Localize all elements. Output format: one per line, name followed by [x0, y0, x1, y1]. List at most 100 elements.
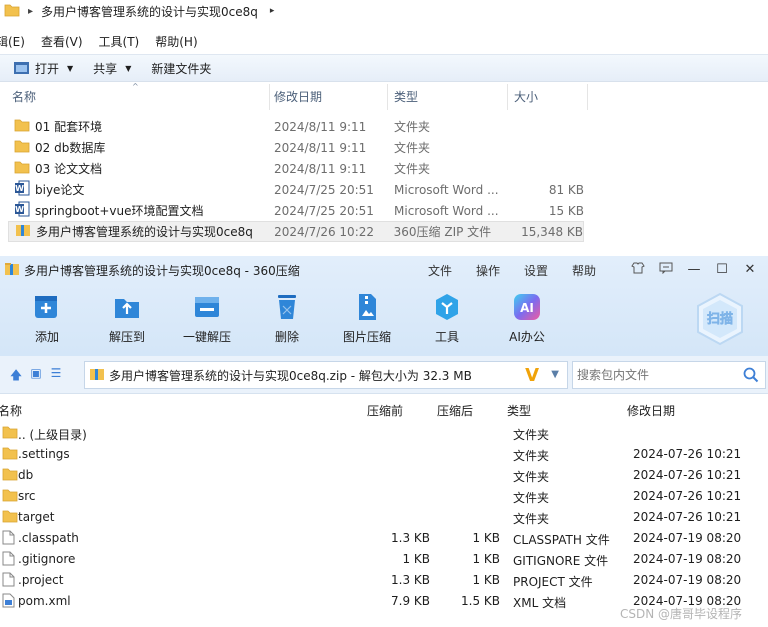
file-name-cell: 03 论文文档: [8, 160, 274, 177]
entry-type: 文件夹: [513, 512, 550, 526]
scan-label: 扫描: [707, 311, 733, 327]
close-icon[interactable]: ✕: [736, 262, 764, 278]
ai-office-label: AI办公: [509, 330, 545, 344]
breadcrumb-current[interactable]: 多用户博客管理系统的设计与实现0ce8q: [41, 3, 258, 20]
folder-icon: [14, 160, 30, 177]
word-doc-icon: W: [14, 180, 30, 199]
vip-icon[interactable]: V: [525, 365, 539, 386]
file-row[interactable]: 03 论文文档 2024/8/11 9:11 文件夹: [8, 158, 584, 179]
file-name-cell: 多用户博客管理系统的设计与实现0ce8q: [9, 223, 274, 240]
delete-icon: [272, 292, 302, 322]
archive-search-input[interactable]: [573, 362, 733, 388]
entry-date: 2024-07-26 10:21: [633, 468, 742, 482]
watermark: CSDN @唐哥毕设程序: [620, 607, 743, 621]
zip-menu-help[interactable]: 帮助: [572, 262, 596, 279]
tools-button[interactable]: 工具: [412, 292, 482, 345]
tools-label: 工具: [434, 330, 459, 344]
file-row[interactable]: Wbiye论文 2024/7/25 20:51 Microsoft Word ...…: [8, 179, 584, 200]
column-size-label: 大小: [514, 90, 539, 104]
delete-button[interactable]: 删除: [252, 292, 322, 345]
file-type: Microsoft Word ...: [394, 182, 499, 197]
open-button[interactable]: 打开 ▼: [4, 56, 83, 80]
share-button[interactable]: 共享 ▼: [83, 56, 141, 80]
file-row[interactable]: 01 配套环境 2024/8/11 9:11 文件夹: [8, 116, 584, 137]
zip-menu-operate[interactable]: 操作: [476, 262, 500, 279]
zip-col-type[interactable]: 类型: [507, 402, 531, 419]
image-compress-label: 图片压缩: [342, 330, 391, 344]
file-row[interactable]: Wspringboot+vue环境配置文档 2024/7/25 20:51 Micr…: [8, 200, 584, 221]
archive-path-field[interactable]: 多用户博客管理系统的设计与实现0ce8q.zip - 解包大小为 32.3 MB…: [84, 361, 568, 389]
up-level-icon[interactable]: 🡅: [6, 366, 26, 387]
entry-original-size: 7.9 KB: [391, 594, 430, 608]
search-icon[interactable]: [743, 367, 759, 386]
one-click-extract-button[interactable]: 一键解压: [172, 292, 242, 345]
explorer-column-header: ^ 名称 修改日期 类型 大小: [0, 82, 588, 110]
zip-col-date[interactable]: 修改日期: [627, 402, 675, 419]
folder-icon: [4, 3, 20, 20]
zip-archive-icon: [89, 367, 105, 384]
word-doc-icon: W: [14, 201, 30, 220]
file-row[interactable]: 多用户博客管理系统的设计与实现0ce8q 2024/7/26 10:22 360压缩…: [8, 221, 584, 242]
archive-entry-row[interactable]: .settings 文件夹 2024-07-26 10:21: [0, 443, 768, 464]
breadcrumb-chevron-icon[interactable]: ▸: [270, 6, 275, 16]
file-name: 01 配套环境: [35, 120, 103, 134]
archive-entry-row[interactable]: src 文件夹 2024-07-26 10:21: [0, 485, 768, 506]
archive-entry-row[interactable]: db 文件夹 2024-07-26 10:21: [0, 464, 768, 485]
menu-tools[interactable]: 工具(T): [99, 33, 140, 50]
zip-col-original[interactable]: 压缩前: [367, 402, 403, 419]
entry-compressed-size: 1 KB: [472, 531, 500, 545]
maximize-icon[interactable]: ☐: [708, 262, 736, 278]
zip-menu-settings[interactable]: 设置: [524, 262, 548, 279]
view-list-icon[interactable]: ☰: [46, 366, 66, 387]
file-row[interactable]: 02 db数据库 2024/8/11 9:11 文件夹: [8, 137, 584, 158]
file-name: biye论文: [35, 183, 85, 197]
file-date: 2024/7/26 10:22: [274, 224, 375, 239]
new-folder-button[interactable]: 新建文件夹: [141, 56, 221, 80]
archive-entry-row[interactable]: .gitignore 1 KB 1 KB GITIGNORE 文件 2024-07-19…: [0, 548, 768, 569]
feedback-icon[interactable]: [652, 262, 680, 278]
entry-name: .. (上级目录): [18, 428, 87, 442]
archive-entry-row[interactable]: .classpath 1.3 KB 1 KB CLASSPATH 文件 2024-07-…: [0, 527, 768, 548]
zip-col-compressed[interactable]: 压缩后: [437, 402, 473, 419]
column-type[interactable]: 类型: [388, 84, 508, 110]
archive-entry-row[interactable]: target 文件夹 2024-07-26 10:21: [0, 506, 768, 527]
column-date[interactable]: 修改日期: [270, 84, 388, 110]
column-size[interactable]: 大小: [508, 84, 588, 110]
file-icon: [2, 530, 15, 548]
menu-view[interactable]: 查看(V): [41, 33, 83, 50]
skin-icon[interactable]: [624, 262, 652, 278]
minimize-icon[interactable]: —: [680, 262, 708, 278]
entry-date: 2024-07-19 08:20: [633, 573, 742, 587]
add-button[interactable]: 添加: [12, 292, 82, 345]
zip-address-bar: 🡅 ▣ ☰ 多用户博客管理系统的设计与实现0ce8q.zip - 解包大小为 3…: [0, 356, 768, 394]
column-type-label: 类型: [394, 90, 419, 104]
archive-entry-row[interactable]: .. (上级目录) 文件夹: [0, 422, 768, 443]
column-name[interactable]: ^ 名称: [0, 82, 270, 110]
archive-entry-row[interactable]: .project 1.3 KB 1 KB PROJECT 文件 2024-07-19 0…: [0, 569, 768, 590]
entry-compressed-size: 1 KB: [472, 573, 500, 587]
zip-col-name[interactable]: 名称: [0, 402, 22, 419]
chevron-down-icon[interactable]: ▼: [551, 369, 559, 380]
entry-type: 文件夹: [513, 470, 550, 484]
folder-icon: [2, 446, 18, 463]
archive-search: [572, 361, 766, 389]
breadcrumb-separator-icon: ▸: [28, 5, 34, 17]
entry-type: 文件夹: [513, 491, 550, 505]
view-thumb-icon[interactable]: ▣: [26, 366, 46, 387]
zip-menu-file[interactable]: 文件: [428, 262, 452, 279]
explorer-title-bar: ▸ 多用户博客管理系统的设计与实现0ce8q ▸: [0, 0, 768, 22]
file-type: 文件夹: [394, 120, 431, 134]
file-date: 2024/7/25 20:51: [274, 203, 374, 218]
file-size: 15,348 KB: [521, 224, 583, 239]
menu-help[interactable]: 帮助(H): [155, 33, 197, 50]
menu-edit[interactable]: 辑(E): [0, 33, 25, 50]
ai-office-button[interactable]: AI AI办公: [492, 292, 562, 345]
extract-to-icon: [112, 292, 142, 322]
image-compress-button[interactable]: 图片压缩: [332, 292, 402, 345]
entry-name: .settings: [18, 447, 70, 461]
folder-icon: [14, 139, 30, 156]
extract-to-button[interactable]: 解压到: [92, 292, 162, 345]
scan-button[interactable]: 扫描: [694, 292, 746, 346]
svg-text:AI: AI: [520, 301, 534, 315]
entry-original-size: 1 KB: [402, 552, 430, 566]
